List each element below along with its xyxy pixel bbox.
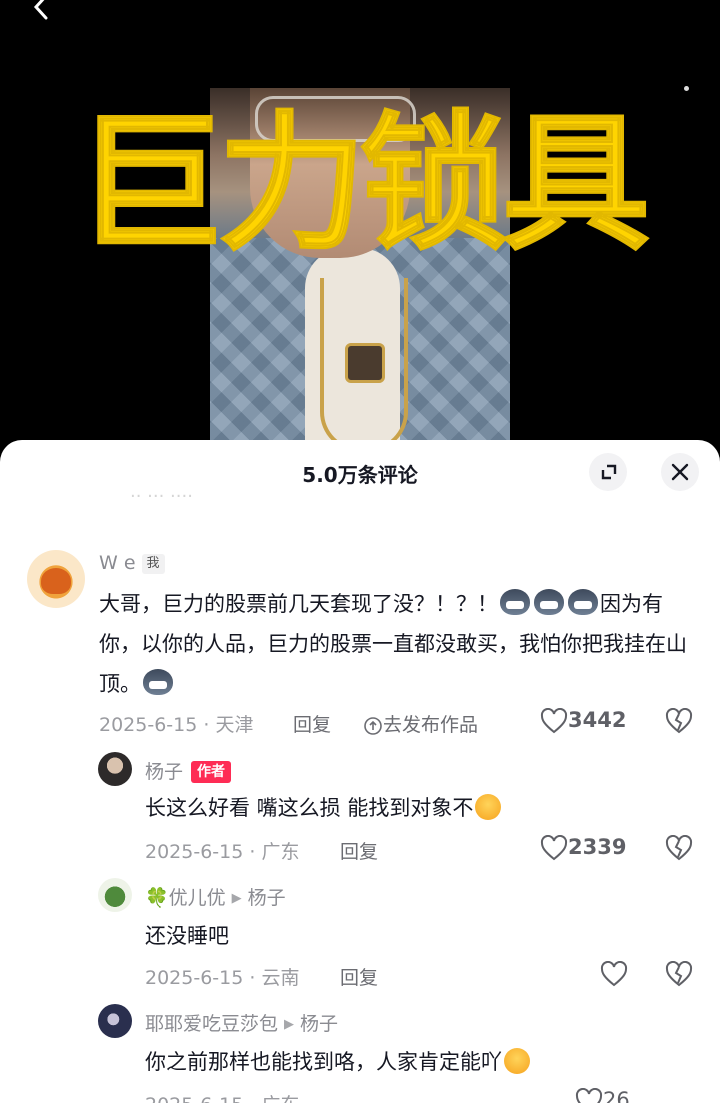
comments-sheet: 5.0万条评论 ·· ··· ···· W e我 大哥，巨力的股票前几天套现了没… — [0, 440, 720, 1103]
heart-icon[interactable] — [600, 961, 628, 987]
publish-work-button[interactable]: 去发布作品 — [363, 710, 478, 737]
user-name: 杨子 — [145, 761, 184, 783]
laughing-emoji-icon — [475, 794, 502, 820]
expand-button[interactable] — [589, 453, 627, 491]
dislike-icon[interactable] — [665, 708, 693, 734]
reply-to-user: 杨子 — [247, 887, 286, 909]
author-badge: 作者 — [191, 761, 232, 783]
scrolled-comment-fragment: ·· ··· ···· — [130, 486, 193, 504]
expand-icon — [601, 464, 617, 480]
video-headline: 巨力锁具 — [75, 98, 651, 270]
like-button[interactable]: 3442 — [540, 708, 626, 734]
like-button[interactable]: 26 — [575, 1088, 630, 1103]
like-count: 26 — [603, 1088, 630, 1103]
comment-user[interactable]: 耶耶爱吃豆莎包 ▶ 杨子 — [145, 1009, 338, 1036]
close-button[interactable] — [661, 453, 699, 491]
grinning-sweat-emoji-icon — [504, 1048, 530, 1074]
user-name: 🍀优儿优 — [145, 887, 226, 909]
comment-text: 还没睡吧 — [145, 924, 229, 948]
cat-emoji-icon — [143, 669, 173, 695]
cat-emoji-icon — [500, 589, 530, 615]
reply-arrow-icon: ▶ — [231, 891, 242, 906]
comment-date-location: 2025-6-15 · 广东 — [145, 841, 300, 863]
cat-emoji-icon — [568, 589, 598, 615]
heart-icon — [540, 835, 568, 861]
user-name: 耶耶爱吃豆莎包 — [145, 1013, 279, 1035]
comment-user[interactable]: W e我 — [99, 552, 165, 574]
comment-text-part: 你之前那样也能找到咯，人家肯定能吖 — [145, 1050, 502, 1074]
comment-text: 你之前那样也能找到咯，人家肯定能吖 — [145, 1042, 685, 1082]
status-dot — [684, 86, 689, 91]
avatar[interactable] — [27, 550, 85, 608]
user-name: W e — [99, 552, 136, 574]
comment-text-part: 大哥，巨力的股票前几天套现了没？！？！ — [99, 592, 498, 616]
dislike-icon[interactable] — [665, 961, 693, 987]
back-icon[interactable] — [28, 0, 54, 20]
comment-text: 大哥，巨力的股票前几天套现了没？！？！ 因为有你，以你的人品，巨力的股票一直都没敢… — [99, 584, 699, 704]
publish-icon — [364, 716, 382, 735]
comment-text: 长这么好看 嘴这么损 能找到对象不 — [145, 788, 685, 828]
comment-date-location: 2025-6-15 · 云南 — [145, 967, 300, 989]
me-badge: 我 — [141, 554, 165, 574]
like-count: 3442 — [568, 708, 627, 732]
avatar[interactable] — [98, 878, 132, 912]
comment-date-location: 2025-6-15 · 天津 — [99, 714, 254, 736]
video-area[interactable]: 巨力锁具 — [0, 0, 720, 460]
like-button[interactable]: 2339 — [540, 835, 626, 861]
reply-arrow-icon: ▶ — [284, 1017, 295, 1032]
avatar[interactable] — [98, 1004, 132, 1038]
publish-label: 去发布作品 — [383, 714, 479, 736]
reply-button[interactable]: 回复 — [340, 963, 378, 990]
like-count: 2339 — [568, 835, 627, 859]
avatar[interactable] — [98, 752, 132, 786]
comment-date-location: 2025-6-15 · 广东 — [145, 1090, 299, 1103]
reply-button[interactable]: 回复 — [340, 837, 378, 864]
dislike-icon[interactable] — [665, 835, 693, 861]
comment-text-part: 长这么好看 嘴这么损 能找到对象不 — [145, 796, 474, 820]
heart-icon — [575, 1088, 603, 1103]
comment-user[interactable]: 杨子 作者 — [145, 757, 232, 784]
comment-user[interactable]: 🍀优儿优 ▶ 杨子 — [145, 883, 286, 910]
close-icon — [671, 463, 689, 481]
heart-icon — [540, 708, 568, 734]
reply-to-user: 杨子 — [300, 1013, 339, 1035]
reply-button[interactable]: 回复 — [293, 710, 331, 737]
cat-emoji-icon — [534, 589, 564, 615]
